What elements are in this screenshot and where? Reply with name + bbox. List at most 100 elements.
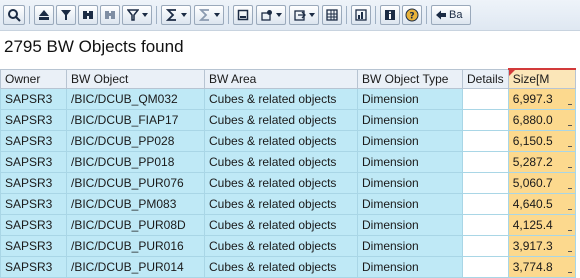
cell-owner[interactable]: SAPSR3: [0, 109, 67, 131]
table-row[interactable]: SAPSR3/BIC/DCUB_PUR076 Cubes & related ob…: [0, 172, 576, 194]
cell-details[interactable]: [462, 130, 509, 152]
information-icon: [385, 10, 395, 20]
cell-size[interactable]: 3,774.8: [507, 256, 576, 278]
cell-bw-area[interactable]: Cubes & related objects: [204, 151, 358, 173]
cell-bw-object[interactable]: /BIC/DCUB_PM083: [66, 193, 205, 215]
help-button[interactable]: ?: [402, 5, 422, 25]
cell-bw-object-type[interactable]: Dimension: [357, 172, 463, 194]
cell-bw-object-type[interactable]: Dimension: [357, 235, 463, 257]
column-header-bw-object-type[interactable]: BW Object Type: [357, 68, 463, 89]
table-body: SAPSR3/BIC/DCUB_QM032 Cubes & related obj…: [0, 88, 576, 278]
cell-bw-object-type[interactable]: Dimension: [357, 214, 463, 236]
cell-bw-object-type[interactable]: Dimension: [357, 88, 463, 110]
cell-owner[interactable]: SAPSR3: [0, 88, 67, 110]
layout-button[interactable]: [322, 5, 342, 25]
export-dropdown[interactable]: [289, 5, 319, 25]
cell-size[interactable]: 6,997.3: [507, 88, 576, 110]
cell-owner[interactable]: SAPSR3: [0, 130, 67, 152]
cell-bw-object[interactable]: /BIC/DCUB_PUR016: [66, 235, 205, 257]
view-icon: [260, 10, 272, 21]
cell-details[interactable]: [462, 88, 509, 110]
cell-bw-object-type[interactable]: Dimension: [357, 130, 463, 152]
cell-details[interactable]: [462, 214, 509, 236]
cell-size[interactable]: 6,150.5: [507, 130, 576, 152]
cell-owner[interactable]: SAPSR3: [0, 235, 67, 257]
column-header-owner[interactable]: Owner: [0, 68, 67, 89]
column-header-size[interactable]: Size[M: [507, 68, 576, 89]
cell-bw-object-type[interactable]: Dimension: [357, 109, 463, 131]
cell-details[interactable]: [462, 235, 509, 257]
cell-bw-object[interactable]: /BIC/DCUB_PUR014: [66, 256, 205, 278]
total-dropdown[interactable]: [161, 5, 191, 25]
filter-button[interactable]: [56, 5, 76, 25]
cell-details[interactable]: [462, 256, 509, 278]
cell-details[interactable]: [462, 193, 509, 215]
table-row[interactable]: SAPSR3/BIC/DCUB_PUR014 Cubes & related ob…: [0, 256, 576, 278]
cell-size[interactable]: 4,125.4: [507, 214, 576, 236]
cell-bw-area[interactable]: Cubes & related objects: [204, 172, 358, 194]
cell-bw-area[interactable]: Cubes & related objects: [204, 214, 358, 236]
set-filter-icon: [126, 9, 139, 21]
cell-details[interactable]: [462, 109, 509, 131]
cell-bw-area[interactable]: Cubes & related objects: [204, 235, 358, 257]
cell-bw-area[interactable]: Cubes & related objects: [204, 256, 358, 278]
cell-bw-area[interactable]: Cubes & related objects: [204, 109, 358, 131]
find-next-button[interactable]: [100, 5, 120, 25]
layout-grid-icon: [326, 9, 338, 21]
cell-bw-object[interactable]: /BIC/DCUB_PUR076: [66, 172, 205, 194]
table-row[interactable]: SAPSR3/BIC/DCUB_PUR016 Cubes & related ob…: [0, 235, 576, 257]
column-header-bw-area[interactable]: BW Area: [204, 68, 358, 89]
cell-bw-object[interactable]: /BIC/DCUB_PP028: [66, 130, 205, 152]
print-preview-button[interactable]: [233, 5, 253, 25]
bw-objects-table: Owner BW Object BW Area BW Object Type D…: [0, 68, 576, 278]
graphic-button[interactable]: [351, 5, 371, 25]
information-button[interactable]: [380, 5, 400, 25]
cell-bw-object[interactable]: /BIC/DCUB_FIAP17: [66, 109, 205, 131]
table-header-row: Owner BW Object BW Area BW Object Type D…: [0, 68, 576, 89]
filter-icon: [61, 10, 71, 20]
total-sum-icon: [165, 9, 176, 21]
view-dropdown[interactable]: [256, 5, 286, 25]
column-header-details[interactable]: Details: [462, 68, 509, 89]
cell-owner[interactable]: SAPSR3: [0, 193, 67, 215]
table-row[interactable]: SAPSR3/BIC/DCUB_QM032 Cubes & related obj…: [0, 88, 576, 110]
set-filter-dropdown[interactable]: [122, 5, 152, 25]
cell-bw-object[interactable]: /BIC/DCUB_PUR08D: [66, 214, 205, 236]
cell-size[interactable]: 3,917.3: [507, 235, 576, 257]
table-row[interactable]: SAPSR3/BIC/DCUB_FIAP17 Cubes & related ob…: [0, 109, 576, 131]
cell-size[interactable]: 5,287.2: [507, 151, 576, 173]
cell-bw-object[interactable]: /BIC/DCUB_PP018: [66, 151, 205, 173]
toolbar-separator: [375, 6, 376, 24]
sort-button[interactable]: [34, 5, 54, 25]
table-row[interactable]: SAPSR3/BIC/DCUB_PUR08D Cubes & related ob…: [0, 214, 576, 236]
back-button[interactable]: Ba: [431, 5, 471, 25]
cell-owner[interactable]: SAPSR3: [0, 151, 67, 173]
cell-size[interactable]: 6,880.0: [507, 109, 576, 131]
cell-bw-object-type[interactable]: Dimension: [357, 151, 463, 173]
toolbar-separator: [156, 6, 157, 24]
cell-bw-object-type[interactable]: Dimension: [357, 256, 463, 278]
cell-bw-object-type[interactable]: Dimension: [357, 193, 463, 215]
find-button[interactable]: [78, 5, 98, 25]
details-magnifier-icon: [8, 9, 21, 22]
table-row[interactable]: SAPSR3/BIC/DCUB_PP018 Cubes & related obj…: [0, 151, 576, 173]
column-header-size-label: Size[M: [512, 72, 550, 86]
column-header-bw-object[interactable]: BW Object: [66, 68, 205, 89]
table-row[interactable]: SAPSR3/BIC/DCUB_PP028 Cubes & related obj…: [0, 130, 576, 152]
details-button[interactable]: [3, 5, 25, 25]
cell-details[interactable]: [462, 172, 509, 194]
svg-text:?: ?: [409, 12, 414, 22]
cell-owner[interactable]: SAPSR3: [0, 256, 67, 278]
subtotal-dropdown[interactable]: [194, 5, 224, 25]
table-row[interactable]: SAPSR3/BIC/DCUB_PM083 Cubes & related obj…: [0, 193, 576, 215]
cell-details[interactable]: [462, 151, 509, 173]
cell-size[interactable]: 4,640.5: [507, 193, 576, 215]
cell-bw-area[interactable]: Cubes & related objects: [204, 88, 358, 110]
cell-size[interactable]: 5,060.7: [507, 172, 576, 194]
cell-bw-object[interactable]: /BIC/DCUB_QM032: [66, 88, 205, 110]
graphic-icon: [355, 9, 367, 21]
cell-bw-area[interactable]: Cubes & related objects: [204, 130, 358, 152]
cell-owner[interactable]: SAPSR3: [0, 172, 67, 194]
cell-bw-area[interactable]: Cubes & related objects: [204, 193, 358, 215]
cell-owner[interactable]: SAPSR3: [0, 214, 67, 236]
